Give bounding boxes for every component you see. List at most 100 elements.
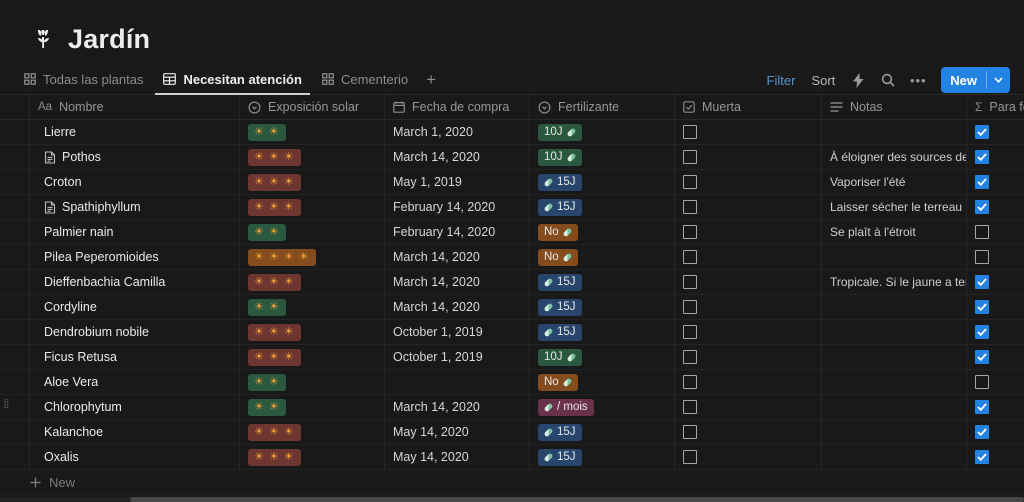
lightning-icon[interactable]: [847, 69, 869, 91]
cell-name[interactable]: Spathiphyllum: [30, 195, 240, 219]
cell-name[interactable]: Chlorophytum: [30, 395, 240, 419]
dead-checkbox[interactable]: [683, 250, 697, 264]
para-fer-checkbox[interactable]: [975, 150, 989, 164]
dead-checkbox[interactable]: [683, 150, 697, 164]
cell-fertilizer[interactable]: No: [530, 370, 675, 394]
cell-para-fer[interactable]: [967, 170, 1024, 194]
fertilizer-tag[interactable]: 10J: [538, 349, 582, 366]
cell-name[interactable]: Kalanchoe: [30, 420, 240, 444]
cell-fertilizer[interactable]: 10J: [530, 345, 675, 369]
sun-exposure-tag[interactable]: ☀☀☀: [248, 199, 301, 216]
table-row[interactable]: Lierre☀☀March 1, 202010J: [0, 120, 1024, 145]
cell-purchase-date[interactable]: October 1, 2019: [385, 320, 530, 344]
cell-dead[interactable]: [675, 345, 822, 369]
cell-name[interactable]: Pothos: [30, 145, 240, 169]
table-row[interactable]: Oxalis☀☀☀May 14, 202015J: [0, 445, 1024, 470]
cell-notes[interactable]: [822, 370, 967, 394]
column-header-7[interactable]: ΣPara fer: [967, 95, 1024, 119]
cell-notes[interactable]: Laisser sécher le terreau avant d: [822, 195, 967, 219]
sun-exposure-tag[interactable]: ☀☀: [248, 399, 286, 416]
table-row[interactable]: Pilea Peperomioides ☀☀☀☀ March 14, 2020No: [0, 245, 1024, 270]
cell-purchase-date[interactable]: March 14, 2020: [385, 245, 530, 269]
cell-name[interactable]: Dieffenbachia Camilla: [30, 270, 240, 294]
fertilizer-tag[interactable]: / mois: [538, 399, 594, 416]
cell-name[interactable]: Dendrobium nobile: [30, 320, 240, 344]
cell-dead[interactable]: [675, 195, 822, 219]
cell-sun-exposure[interactable]: ☀☀☀: [240, 170, 385, 194]
cell-purchase-date[interactable]: March 14, 2020: [385, 395, 530, 419]
cell-sun-exposure[interactable]: ☀☀: [240, 220, 385, 244]
para-fer-checkbox[interactable]: [975, 225, 989, 239]
dead-checkbox[interactable]: [683, 375, 697, 389]
view-tab-3[interactable]: Cementerio: [314, 65, 416, 95]
dead-checkbox[interactable]: [683, 425, 697, 439]
cell-notes[interactable]: À éloigner des sources de chale: [822, 145, 967, 169]
fertilizer-tag[interactable]: 10J: [538, 149, 582, 166]
sun-exposure-tag[interactable]: ☀☀☀: [248, 174, 301, 191]
view-tab-2[interactable]: Necesitan atención: [155, 65, 310, 95]
para-fer-checkbox[interactable]: [975, 250, 989, 264]
cell-fertilizer[interactable]: No: [530, 245, 675, 269]
cell-para-fer[interactable]: [967, 445, 1024, 469]
cell-para-fer[interactable]: [967, 195, 1024, 219]
cell-name[interactable]: Palmier nain: [30, 220, 240, 244]
cell-notes[interactable]: Se plaît à l'étroit: [822, 220, 967, 244]
cell-notes[interactable]: [822, 420, 967, 444]
cell-purchase-date[interactable]: May 14, 2020: [385, 445, 530, 469]
table-row[interactable]: ⣿ Chlorophytum ☀☀ March 14, 2020 / mois: [0, 395, 1024, 420]
cell-purchase-date[interactable]: May 14, 2020: [385, 420, 530, 444]
para-fer-checkbox[interactable]: [975, 325, 989, 339]
table-row[interactable]: Kalanchoe☀☀☀May 14, 202015J: [0, 420, 1024, 445]
column-header-3[interactable]: Fecha de compra: [385, 95, 530, 119]
cell-para-fer[interactable]: [967, 420, 1024, 444]
cell-sun-exposure[interactable]: ☀☀☀☀: [240, 245, 385, 269]
fertilizer-tag[interactable]: 15J: [538, 324, 582, 341]
cell-dead[interactable]: [675, 370, 822, 394]
fertilizer-tag[interactable]: 15J: [538, 299, 582, 316]
cell-notes[interactable]: Tropicale. Si le jaune a tendanc: [822, 270, 967, 294]
cell-sun-exposure[interactable]: ☀☀☀: [240, 145, 385, 169]
scrollbar-thumb[interactable]: [130, 497, 1024, 502]
dead-checkbox[interactable]: [683, 225, 697, 239]
para-fer-checkbox[interactable]: [975, 200, 989, 214]
cell-sun-exposure[interactable]: ☀☀☀: [240, 320, 385, 344]
cell-purchase-date[interactable]: March 1, 2020: [385, 120, 530, 144]
cell-notes[interactable]: [822, 345, 967, 369]
cell-notes[interactable]: [822, 445, 967, 469]
cell-dead[interactable]: [675, 270, 822, 294]
cell-para-fer[interactable]: [967, 145, 1024, 169]
cell-name[interactable]: Pilea Peperomioides: [30, 245, 240, 269]
dead-checkbox[interactable]: [683, 175, 697, 189]
new-row-label[interactable]: New: [49, 475, 75, 490]
sun-exposure-tag[interactable]: ☀☀: [248, 124, 286, 141]
sun-exposure-tag[interactable]: ☀☀☀☀: [248, 249, 316, 266]
cell-notes[interactable]: [822, 320, 967, 344]
cell-sun-exposure[interactable]: ☀☀☀: [240, 270, 385, 294]
fertilizer-tag[interactable]: 15J: [538, 274, 582, 291]
cell-notes[interactable]: [822, 395, 967, 419]
drag-handle-icon[interactable]: ⣿: [3, 400, 11, 407]
cell-sun-exposure[interactable]: ☀☀: [240, 295, 385, 319]
cell-fertilizer[interactable]: 15J: [530, 295, 675, 319]
cell-name[interactable]: Cordyline: [30, 295, 240, 319]
cell-para-fer[interactable]: [967, 120, 1024, 144]
cell-para-fer[interactable]: [967, 295, 1024, 319]
cell-sun-exposure[interactable]: ☀☀: [240, 370, 385, 394]
para-fer-checkbox[interactable]: [975, 275, 989, 289]
table-row[interactable]: Pothos☀☀☀March 14, 202010JÀ éloigner des…: [0, 145, 1024, 170]
search-icon[interactable]: [877, 69, 899, 91]
cell-purchase-date[interactable]: [385, 370, 530, 394]
cell-fertilizer[interactable]: 15J: [530, 170, 675, 194]
cell-purchase-date[interactable]: February 14, 2020: [385, 195, 530, 219]
table-row[interactable]: Cordyline☀☀March 14, 202015J: [0, 295, 1024, 320]
table-row[interactable]: Aloe Vera☀☀No: [0, 370, 1024, 395]
table-row[interactable]: Dieffenbachia Camilla☀☀☀March 14, 202015…: [0, 270, 1024, 295]
fertilizer-tag[interactable]: 15J: [538, 174, 582, 191]
fertilizer-tag[interactable]: 15J: [538, 449, 582, 466]
cell-sun-exposure[interactable]: ☀☀☀: [240, 195, 385, 219]
view-tab-1[interactable]: Todas las plantas: [16, 65, 151, 95]
cell-name[interactable]: Ficus Retusa: [30, 345, 240, 369]
dead-checkbox[interactable]: [683, 450, 697, 464]
cell-dead[interactable]: [675, 145, 822, 169]
sun-exposure-tag[interactable]: ☀☀☀: [248, 274, 301, 291]
